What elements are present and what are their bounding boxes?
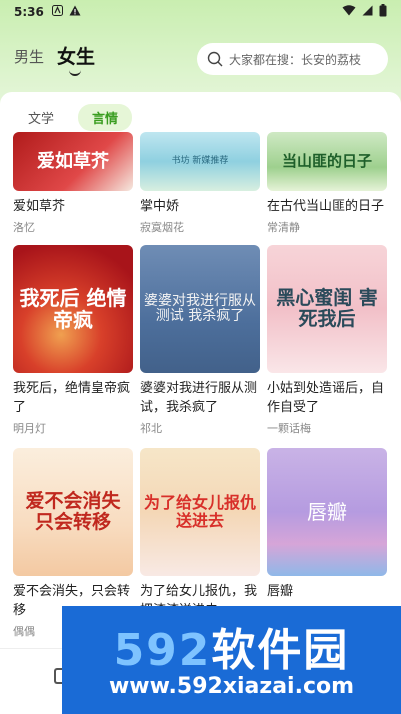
- tab-literature[interactable]: 文学: [14, 104, 68, 131]
- book-title: 我死后，绝情皇帝疯了: [13, 381, 131, 415]
- book-card[interactable]: 为了给女儿报仇 送进去 为了给女儿报仇，我把渣渣送进去: [140, 448, 260, 623]
- bottom-nav-bar: [0, 648, 62, 714]
- book-author: 寂寞烟花: [140, 221, 184, 234]
- book-author: 洛忆: [13, 221, 35, 234]
- cover-text: 黑心蜜闺 害死我后: [276, 287, 378, 330]
- search-placeholder: 大家都在搜：长安的荔枝: [229, 52, 362, 67]
- book-title: 在古代当山匪的日子: [267, 199, 385, 214]
- cover-text: 我死后 绝情帝疯: [19, 286, 127, 332]
- search-bar[interactable]: 大家都在搜：长安的荔枝: [197, 43, 388, 75]
- cover-text: 书坊 新媒推荐: [171, 155, 229, 166]
- book-author: 常清静: [267, 221, 300, 234]
- watermark-logo: 592软件园: [62, 614, 401, 678]
- top-header: 男生 女生 大家都在搜：长安的荔枝: [0, 34, 401, 86]
- book-author: 明月灯: [13, 422, 46, 435]
- book-cover: 婆婆对我进行服从测试 我杀疯了: [140, 245, 260, 373]
- tab-female[interactable]: 女生: [57, 42, 95, 69]
- book-cover: 为了给女儿报仇 送进去: [140, 448, 260, 576]
- book-card[interactable]: 我死后 绝情帝疯 我死后，绝情皇帝疯了 明月灯: [13, 245, 133, 436]
- book-author: 一颗话梅: [267, 422, 311, 435]
- battery-icon: [379, 4, 387, 20]
- cover-text: 唇瓣: [307, 500, 347, 524]
- status-time: 5:36: [14, 5, 44, 19]
- watermark-brand-text: 软件园: [211, 625, 350, 676]
- wifi-icon: [342, 5, 356, 19]
- book-cover: 书坊 新媒推荐: [140, 132, 260, 191]
- warning-icon: [69, 5, 81, 19]
- signal-icon: [362, 5, 373, 19]
- book-title: 掌中娇: [140, 199, 180, 214]
- search-icon: [207, 51, 223, 67]
- book-title: 婆婆对我进行服从测试，我杀疯了: [140, 381, 258, 415]
- book-title: 小姑到处造谣后，自作自受了: [267, 381, 385, 415]
- tab-romance[interactable]: 言情: [78, 104, 133, 131]
- book-card[interactable]: 爱如草芥 爱如草芥 洛忆: [13, 132, 133, 235]
- watermark-url: www.592xiazai.com: [108, 674, 355, 699]
- book-card[interactable]: 婆婆对我进行服从测试 我杀疯了 婆婆对我进行服从测试，我杀疯了 祁北: [140, 245, 260, 436]
- cover-text: 爱如草芥: [37, 150, 109, 172]
- status-bar: 5:36: [0, 0, 401, 24]
- active-tab-indicator: [69, 70, 81, 76]
- watermark-number: 592: [113, 625, 212, 676]
- sub-tabs: 文学 言情: [14, 104, 133, 131]
- cover-text: 爱不会消失 只会转移: [25, 490, 121, 533]
- tab-male[interactable]: 男生: [14, 46, 44, 67]
- book-card[interactable]: 唇瓣 唇瓣: [267, 448, 387, 604]
- book-cover: 黑心蜜闺 害死我后: [267, 245, 387, 373]
- cover-text: 婆婆对我进行服从测试 我杀疯了: [144, 292, 256, 324]
- notification-a-icon: [51, 5, 63, 19]
- book-card[interactable]: 书坊 新媒推荐 掌中娇 寂寞烟花: [140, 132, 260, 235]
- cover-text: 为了给女儿报仇 送进去: [144, 493, 257, 530]
- book-cover: 我死后 绝情帝疯: [13, 245, 133, 373]
- book-cover: 当山匪的日子: [267, 132, 387, 191]
- book-card[interactable]: 当山匪的日子 在古代当山匪的日子 常清静: [267, 132, 387, 235]
- book-cover: 爱如草芥: [13, 132, 133, 191]
- book-title: 唇瓣: [267, 584, 294, 599]
- book-cover: 唇瓣: [267, 448, 387, 576]
- book-cover: 爱不会消失 只会转移: [13, 448, 133, 576]
- book-title: 爱如草芥: [13, 199, 66, 214]
- book-author: 祁北: [140, 422, 162, 435]
- watermark-banner: 592软件园 www.592xiazai.com: [62, 606, 401, 714]
- cover-text: 当山匪的日子: [281, 152, 372, 171]
- book-card[interactable]: 黑心蜜闺 害死我后 小姑到处造谣后，自作自受了 一颗话梅: [267, 245, 387, 436]
